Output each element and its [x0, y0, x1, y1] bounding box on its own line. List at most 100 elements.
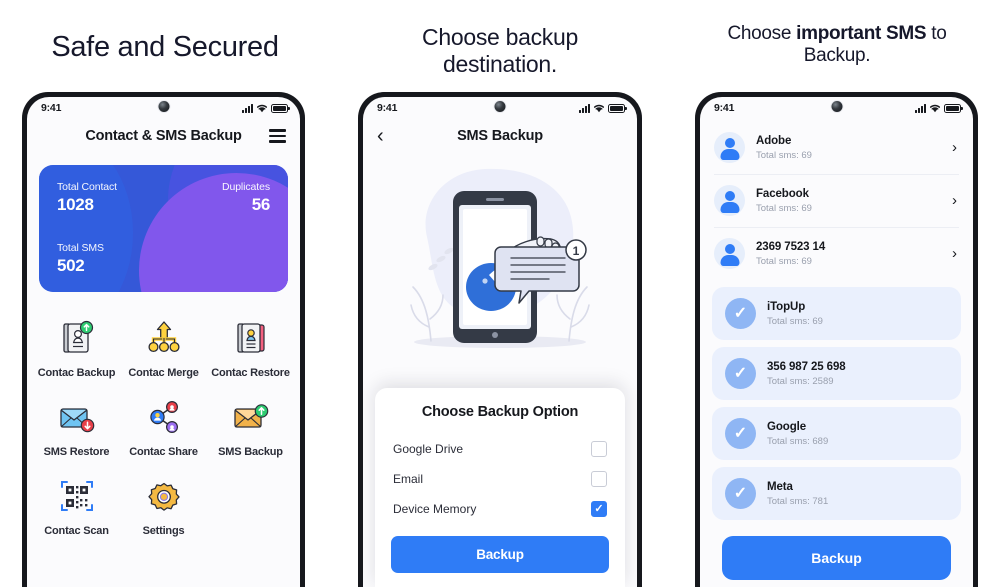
grid-item-contac-restore[interactable]: Contac Restore: [207, 306, 294, 379]
list-item-meta: Adobe Total sms: 69: [756, 135, 941, 161]
stats-card: Total Contact 1028 Duplicates 56 Total S…: [39, 165, 288, 292]
grid-label: SMS Backup: [218, 446, 283, 458]
grid-label: SMS Restore: [43, 446, 110, 458]
choose-backup-option-modal: Choose Backup Option Google Drive Email …: [375, 388, 625, 587]
avatar-checked-icon: [725, 478, 756, 509]
panel-3-heading-pre: Choose: [727, 23, 797, 44]
total-contact-value: 1028: [57, 195, 94, 214]
power-button[interactable]: [304, 232, 305, 296]
status-icons: [579, 103, 627, 113]
option-row-device-memory[interactable]: Device Memory: [391, 494, 609, 524]
grid-label: Contac Scan: [44, 525, 109, 537]
backup-button[interactable]: Backup: [391, 536, 609, 573]
grid-item-contac-merge[interactable]: Contac Merge: [120, 306, 207, 379]
list-item-meta: iTopUp Total sms: 69: [767, 301, 948, 327]
sender-name: 356 987 25 698: [767, 360, 846, 373]
stat-total-sms: Total SMS 502: [57, 242, 104, 276]
battery-icon: [944, 103, 963, 113]
front-camera-icon: [830, 100, 843, 113]
list-item[interactable]: Facebook Total sms: 69 ›: [700, 174, 973, 227]
checkbox-device-memory[interactable]: [591, 501, 607, 517]
panel-2-heading-line1: Choose backup: [422, 24, 578, 50]
panel-2-heading: Choose backup destination.: [340, 24, 660, 78]
app-bar: Contact & SMS Backup: [27, 119, 300, 153]
option-label: Google Drive: [393, 442, 464, 456]
feature-grid: Contac Backup Contac Merge Contac Restor…: [27, 292, 300, 537]
status-icons: [242, 103, 290, 113]
list-item-meta: Google Total sms: 689: [767, 421, 948, 447]
avatar: [714, 238, 745, 269]
contact-book-upload-icon: [54, 316, 100, 360]
sender-name: Google: [767, 420, 807, 433]
panel-1-heading-text: Safe and Secured: [51, 31, 279, 63]
checkbox-email[interactable]: [591, 471, 607, 487]
backup-button[interactable]: Backup: [722, 536, 951, 580]
gear-icon: [141, 474, 187, 518]
option-row-google-drive[interactable]: Google Drive: [391, 434, 609, 464]
sms-sender-list: Adobe Total sms: 69 › Facebook Total sms…: [700, 119, 973, 520]
grid-item-sms-restore[interactable]: SMS Restore: [33, 385, 120, 458]
avatar: [714, 185, 745, 216]
wifi-icon: [256, 104, 268, 113]
total-sms-label: Total SMS: [57, 242, 104, 254]
chevron-right-icon[interactable]: ›: [952, 246, 959, 261]
list-item[interactable]: 2369 7523 14 Total sms: 69 ›: [700, 227, 973, 280]
svg-text:1: 1: [573, 244, 580, 258]
avatar: [714, 132, 745, 163]
avatar-checked-icon: [725, 418, 756, 449]
volume-button[interactable]: [304, 170, 305, 216]
list-item-selected[interactable]: Meta Total sms: 781: [712, 467, 961, 520]
share-nodes-icon: [141, 395, 187, 439]
status-bar: 9:41: [700, 97, 973, 119]
list-item[interactable]: Adobe Total sms: 69 ›: [700, 121, 973, 174]
sender-name: Facebook: [756, 187, 809, 200]
signal-icon: [242, 103, 253, 113]
modal-title: Choose Backup Option: [421, 404, 579, 420]
list-item-meta: 2369 7523 14 Total sms: 69: [756, 241, 941, 267]
volume-button[interactable]: [695, 176, 696, 220]
status-time: 9:41: [714, 102, 735, 114]
grid-item-settings[interactable]: Settings: [120, 464, 207, 537]
volume-button[interactable]: [358, 174, 359, 216]
status-time: 9:41: [41, 102, 62, 114]
panel-3-heading-line2: Backup.: [803, 45, 871, 67]
sms-backup-illustration: 1: [363, 153, 637, 375]
qr-code-scan-icon: [54, 474, 100, 518]
battery-icon: [271, 103, 290, 113]
backup-action-area: Backup: [700, 527, 973, 580]
phone-mockup-2: 9:41 ‹ SMS Backup 1 Choose Backup Option…: [358, 92, 642, 587]
hamburger-menu-icon[interactable]: [269, 129, 286, 143]
total-sms-value: 502: [57, 256, 85, 275]
page-title: Contact & SMS Backup: [85, 128, 242, 144]
option-row-email[interactable]: Email: [391, 464, 609, 494]
signal-icon: [915, 103, 926, 113]
chevron-right-icon[interactable]: ›: [952, 193, 959, 208]
power-button[interactable]: [977, 244, 978, 306]
front-camera-icon: [493, 100, 507, 113]
page-title: SMS Backup: [457, 128, 543, 144]
grid-label: Contac Backup: [37, 367, 116, 379]
phone-1-screen: 9:41 Contact & SMS Backup Total Contact …: [27, 97, 300, 587]
sender-sms-count: Total sms: 69: [756, 202, 812, 214]
panel-1-heading: Safe and Secured: [0, 30, 330, 64]
back-chevron-icon[interactable]: ‹: [377, 126, 395, 146]
list-item-selected[interactable]: iTopUp Total sms: 69: [712, 287, 961, 340]
list-item-meta: Meta Total sms: 781: [767, 481, 948, 507]
envelope-download-icon: [54, 395, 100, 439]
sender-name: 2369 7523 14: [756, 240, 826, 253]
grid-item-sms-backup[interactable]: SMS Backup: [207, 385, 294, 458]
status-bar: 9:41: [363, 97, 637, 119]
power-button[interactable]: [641, 242, 642, 302]
stat-total-contact: Total Contact 1028: [57, 181, 117, 215]
grid-item-contac-share[interactable]: Contac Share: [120, 385, 207, 458]
duplicates-value: 56: [251, 195, 271, 214]
list-item-selected[interactable]: 356 987 25 698 Total sms: 2589: [712, 347, 961, 400]
grid-item-contac-backup[interactable]: Contac Backup: [33, 306, 120, 379]
checkbox-google-drive[interactable]: [591, 441, 607, 457]
sender-name: Meta: [767, 480, 793, 493]
grid-item-contac-scan[interactable]: Contac Scan: [33, 464, 120, 537]
chevron-right-icon[interactable]: ›: [952, 140, 959, 155]
front-camera-icon: [157, 100, 170, 113]
signal-icon: [579, 103, 590, 113]
list-item-selected[interactable]: Google Total sms: 689: [712, 407, 961, 460]
